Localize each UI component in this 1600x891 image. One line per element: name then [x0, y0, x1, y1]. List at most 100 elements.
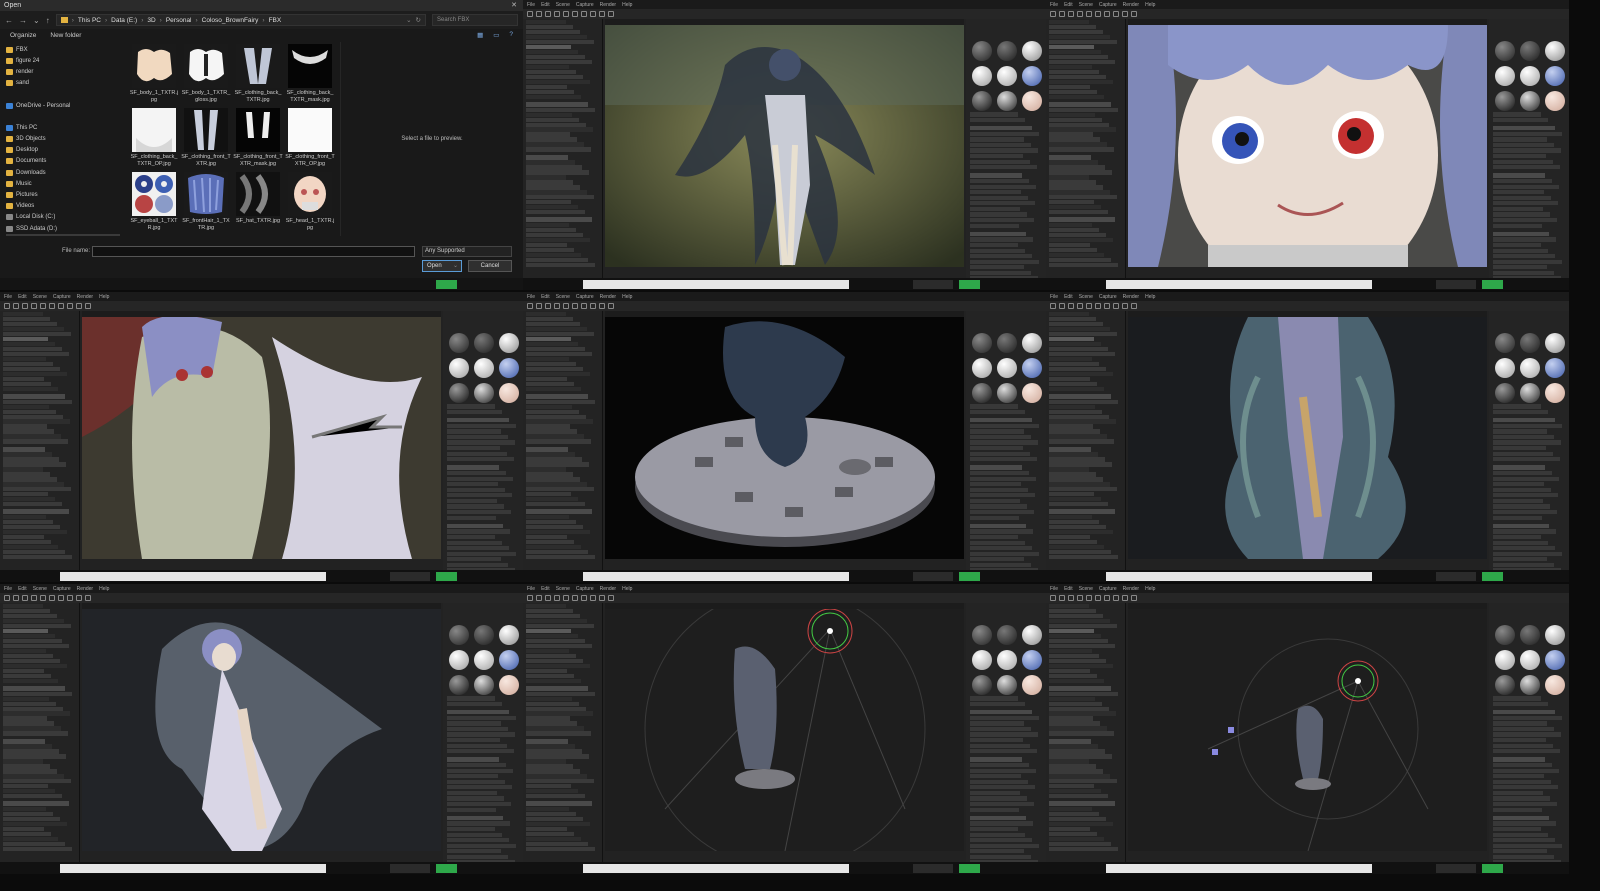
property-row[interactable]: [526, 827, 567, 832]
material-property-row[interactable]: [1493, 701, 1548, 707]
property-row[interactable]: [526, 603, 566, 608]
material-property-row[interactable]: [970, 476, 1036, 481]
property-row[interactable]: [3, 711, 70, 716]
property-row[interactable]: [3, 812, 53, 817]
tool-icon[interactable]: [58, 303, 64, 309]
property-row[interactable]: [1049, 321, 1103, 326]
material-property-row[interactable]: [447, 515, 496, 520]
property-row[interactable]: [1049, 716, 1093, 721]
property-row[interactable]: [1049, 603, 1089, 608]
material-property-row[interactable]: [1493, 523, 1549, 528]
material-sphere[interactable]: [499, 675, 519, 695]
property-row[interactable]: [3, 371, 67, 376]
property-row[interactable]: [1049, 812, 1099, 817]
property-row[interactable]: [526, 535, 567, 540]
material-sphere[interactable]: [499, 358, 519, 378]
material-property-row[interactable]: [970, 242, 1018, 248]
property-row[interactable]: [1049, 658, 1106, 663]
property-row[interactable]: [526, 769, 580, 774]
property-row[interactable]: [526, 399, 595, 404]
material-sphere[interactable]: [1520, 91, 1540, 111]
property-row[interactable]: [1049, 779, 1117, 784]
property-row[interactable]: [3, 356, 46, 361]
tool-icon[interactable]: [1095, 595, 1101, 601]
material-property-row[interactable]: [447, 540, 502, 545]
property-row[interactable]: [1049, 638, 1108, 643]
property-row[interactable]: [3, 618, 64, 623]
viewport[interactable]: [1128, 609, 1487, 851]
property-row[interactable]: [1049, 326, 1110, 331]
property-row[interactable]: [526, 613, 580, 618]
nav-tree-item[interactable]: figure 24: [6, 55, 120, 66]
material-property-row[interactable]: [1493, 493, 1558, 498]
material-property-row[interactable]: [447, 743, 507, 748]
property-row[interactable]: [3, 726, 61, 731]
viewport[interactable]: [605, 317, 964, 559]
property-row[interactable]: [3, 429, 54, 434]
material-property-row[interactable]: [970, 710, 1032, 715]
property-row[interactable]: [526, 154, 568, 160]
material-property-row[interactable]: [447, 774, 498, 779]
property-row[interactable]: [3, 386, 58, 391]
property-row[interactable]: [526, 165, 582, 170]
material-sphere[interactable]: [1022, 383, 1042, 403]
material-property-row[interactable]: [447, 465, 499, 470]
property-row[interactable]: [526, 233, 583, 238]
file-item[interactable]: SF_frontHair_1_TXTR.jpg: [180, 172, 232, 236]
material-property-row[interactable]: [1493, 498, 1543, 504]
property-row[interactable]: [526, 101, 588, 107]
material-property-row[interactable]: [1493, 790, 1543, 796]
property-row[interactable]: [526, 74, 583, 79]
timeline-bar[interactable]: [583, 864, 849, 873]
tool-icon[interactable]: [572, 11, 578, 17]
property-row[interactable]: [526, 701, 579, 706]
material-property-row[interactable]: [970, 546, 1032, 551]
property-row[interactable]: [1049, 726, 1107, 731]
property-row[interactable]: [526, 738, 568, 744]
property-row[interactable]: [526, 386, 581, 391]
material-property-row[interactable]: [447, 732, 515, 737]
back-arrow-icon[interactable]: ←: [5, 16, 13, 25]
property-row[interactable]: [1049, 744, 1098, 749]
tool-icon[interactable]: [527, 595, 533, 601]
property-row[interactable]: [3, 784, 48, 789]
property-row[interactable]: [1049, 346, 1108, 351]
property-row[interactable]: [1049, 165, 1105, 170]
property-row[interactable]: [3, 673, 51, 678]
file-item[interactable]: SF_clothing_back_TXTR_OP.jpg: [128, 108, 180, 172]
material-property-row[interactable]: [447, 779, 505, 784]
material-property-row[interactable]: [970, 154, 1023, 159]
property-row[interactable]: [3, 497, 55, 502]
material-property-row[interactable]: [1493, 254, 1555, 259]
material-sphere[interactable]: [1520, 358, 1540, 378]
property-row[interactable]: [526, 424, 570, 429]
material-property-row[interactable]: [447, 446, 500, 451]
property-row[interactable]: [1049, 175, 1089, 180]
property-row[interactable]: [526, 69, 576, 74]
nav-tree-item[interactable]: FBX: [6, 44, 120, 55]
property-row[interactable]: [3, 424, 47, 429]
menu-item[interactable]: Render: [77, 294, 93, 300]
material-property-row[interactable]: [1493, 807, 1542, 812]
material-sphere[interactable]: [449, 358, 469, 378]
material-property-row[interactable]: [1493, 259, 1562, 264]
property-row[interactable]: [3, 716, 47, 721]
property-row[interactable]: [1049, 34, 1110, 39]
property-row[interactable]: [1049, 79, 1113, 84]
material-property-row[interactable]: [447, 785, 512, 790]
material-property-row[interactable]: [970, 148, 1038, 153]
material-property-row[interactable]: [447, 715, 516, 720]
menu-item[interactable]: Render: [1123, 586, 1139, 592]
material-property-row[interactable]: [447, 470, 506, 476]
material-property-row[interactable]: [447, 796, 504, 801]
file-item[interactable]: SF_eyeball_1_TXTR.jpg: [128, 172, 180, 236]
property-row[interactable]: [1049, 371, 1113, 376]
material-property-row[interactable]: [1493, 710, 1555, 715]
property-row[interactable]: [526, 376, 567, 381]
property-row[interactable]: [1049, 424, 1093, 429]
tool-icon[interactable]: [76, 303, 82, 309]
material-sphere[interactable]: [1520, 333, 1540, 353]
property-row[interactable]: [526, 248, 574, 253]
tool-icon[interactable]: [1113, 595, 1119, 601]
property-row[interactable]: [1049, 754, 1112, 759]
